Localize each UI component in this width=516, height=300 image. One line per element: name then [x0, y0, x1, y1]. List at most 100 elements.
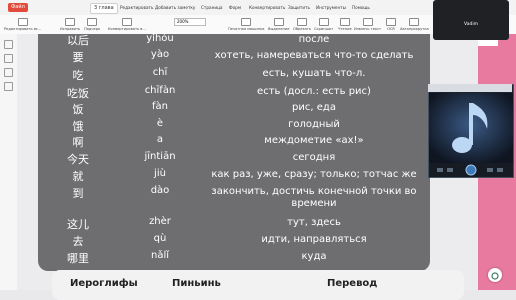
- menu-item-edit[interactable]: Редактировать: [120, 5, 153, 10]
- hanzi-cell: 哪里: [67, 252, 89, 265]
- header-hanzi: Иероглифы: [70, 278, 138, 289]
- extract-text-label: Извлечь текст: [354, 27, 382, 31]
- screenshot-icon: [318, 18, 329, 26]
- highlight-icon: [273, 18, 284, 26]
- menu-item-help[interactable]: Помощь: [352, 5, 370, 10]
- translation-cell: куда: [301, 251, 327, 262]
- ocr-icon: [386, 18, 396, 26]
- table-row: 今天 jīntiān сегодня: [38, 151, 430, 166]
- menu-item-form[interactable]: Форм: [229, 5, 241, 10]
- translation-cell: хотеть, намереваться что-то сделать: [214, 50, 414, 61]
- translation-cell: есть (досл.: есть рис): [257, 86, 371, 97]
- hanzi-cell: 去: [72, 235, 84, 248]
- translation-cell: после: [298, 34, 330, 45]
- hanzi-cell: 到: [72, 187, 84, 200]
- search-icon[interactable]: [4, 82, 13, 91]
- screenshot-button[interactable]: Скриншот: [314, 18, 333, 31]
- ocr-button[interactable]: OCR: [386, 18, 396, 31]
- autoscroll-icon: [409, 18, 420, 26]
- hanzi-cell: 就: [72, 170, 84, 183]
- table-row: 到 dào закончить, достичь конечной точки …: [38, 185, 430, 211]
- table-row: 去 qù идти, направляться: [38, 233, 430, 248]
- menu-item-convert[interactable]: Конвертировать: [249, 5, 285, 10]
- read-button[interactable]: Чтение: [338, 18, 352, 31]
- hanzi-cell: 饭: [72, 103, 84, 116]
- pinyin-cell: jiù: [154, 168, 166, 179]
- hanzi-cell: 这儿: [67, 218, 89, 231]
- crop-button[interactable]: Обрезать: [293, 18, 311, 31]
- hanzi-cell: 以后: [67, 34, 89, 47]
- video-tile[interactable]: [433, 0, 509, 40]
- underline-label: Подчерк: [84, 27, 101, 31]
- table-row: 这儿 zhèr тут, здесь: [38, 216, 430, 231]
- chat-button[interactable]: [488, 268, 502, 282]
- table-row: 哪里 nǎlǐ куда: [38, 250, 430, 265]
- autoscroll-button[interactable]: Автопрокрутка: [400, 18, 429, 31]
- zoom-select[interactable]: 200%: [174, 18, 206, 26]
- crop-icon: [296, 18, 307, 26]
- read-label: Чтение: [338, 27, 352, 31]
- autoscroll-label: Автопрокрутка: [400, 27, 429, 31]
- pinyin-cell: zhèr: [149, 216, 171, 227]
- table-row: 要 yào хотеть, намереваться что-то сделат…: [38, 49, 430, 64]
- typewriter-label: Печатная машинка: [228, 27, 265, 31]
- highlight-label: Выделение: [268, 27, 290, 31]
- table-row: 饿 è голодный: [38, 118, 430, 133]
- edit-icon: [17, 18, 28, 26]
- header-translation: Перевод: [327, 278, 378, 289]
- read-icon: [339, 18, 350, 26]
- pinyin-cell: nǎlǐ: [150, 250, 170, 261]
- pinyin-cell: chīfàn: [144, 85, 176, 96]
- extract-text-icon: [362, 18, 373, 26]
- edit-all-label: Редактировать вс...: [4, 27, 42, 31]
- table-row: 以后 yǐhòu после: [38, 34, 430, 47]
- table-row: 吃饭 chīfàn есть (досл.: есть рис): [38, 85, 430, 100]
- menu-item-protect[interactable]: Защитить: [288, 5, 310, 10]
- translation-cell: как раз, уже, сразу; только; тотчас же: [211, 169, 417, 180]
- tab-document[interactable]: 3 глава: [90, 3, 118, 14]
- underline-button[interactable]: Подчерк: [84, 18, 100, 31]
- media-player[interactable]: [428, 84, 514, 178]
- chat-icon: [491, 272, 499, 280]
- vocabulary-card: 以后 yǐhòu после 要 yào хотеть, намереватьс…: [38, 34, 430, 271]
- pinyin-cell: fàn: [152, 101, 168, 112]
- pinyin-cell: jīntiān: [144, 151, 176, 162]
- left-sidebar: [0, 34, 18, 290]
- media-player-titlebar[interactable]: [428, 84, 512, 92]
- extract-text-button[interactable]: Извлечь текст: [354, 18, 381, 31]
- fix-button[interactable]: Исправить: [60, 18, 80, 31]
- translation-cell: голодный: [288, 119, 340, 130]
- hanzi-cell: 要: [72, 51, 84, 64]
- pinyin-cell: è: [156, 118, 164, 129]
- thumbnail-icon[interactable]: [4, 54, 13, 63]
- typewriter-button[interactable]: Печатная машинка: [228, 18, 264, 31]
- underline-icon: [87, 18, 98, 26]
- music-note-icon: [429, 93, 513, 177]
- menu-item-page[interactable]: Страница: [201, 5, 222, 10]
- edit-all-button[interactable]: Редактировать вс...: [4, 18, 41, 31]
- tab-file[interactable]: Файл: [8, 3, 28, 12]
- fix-icon: [65, 18, 76, 26]
- translation-cell: закончить, достичь конечной точки во вре…: [211, 186, 417, 209]
- fix-label: Исправить: [60, 27, 81, 31]
- table-row: 饭 fàn рис, еда: [38, 101, 430, 116]
- table-row: 吃 chī есть, кушать что-л.: [38, 67, 430, 82]
- comment-icon[interactable]: [4, 68, 13, 77]
- translation-cell: междометие «ах!»: [264, 135, 364, 146]
- highlight-button[interactable]: Выделение: [268, 18, 289, 31]
- bookmark-icon[interactable]: [4, 40, 13, 49]
- pinyin-cell: dào: [150, 185, 170, 196]
- hanzi-cell: 饿: [72, 120, 84, 133]
- convert-icon: [121, 18, 132, 26]
- screenshot-label: Скриншот: [314, 27, 334, 31]
- menu-item-tools[interactable]: Инструменты: [316, 5, 346, 10]
- ocr-label: OCR: [387, 27, 395, 31]
- header-pinyin: Пиньинь: [172, 278, 221, 289]
- pinyin-cell: chī: [152, 67, 168, 78]
- table-row: 啊 a междометие «ах!»: [38, 134, 430, 149]
- pinyin-cell: qù: [153, 233, 167, 244]
- convert-to-button[interactable]: Конвертировать в...: [108, 18, 146, 31]
- menu-item-add-note[interactable]: Добавить заметку: [155, 5, 195, 10]
- hanzi-cell: 吃: [72, 69, 84, 82]
- translation-cell: идти, направляться: [261, 234, 367, 245]
